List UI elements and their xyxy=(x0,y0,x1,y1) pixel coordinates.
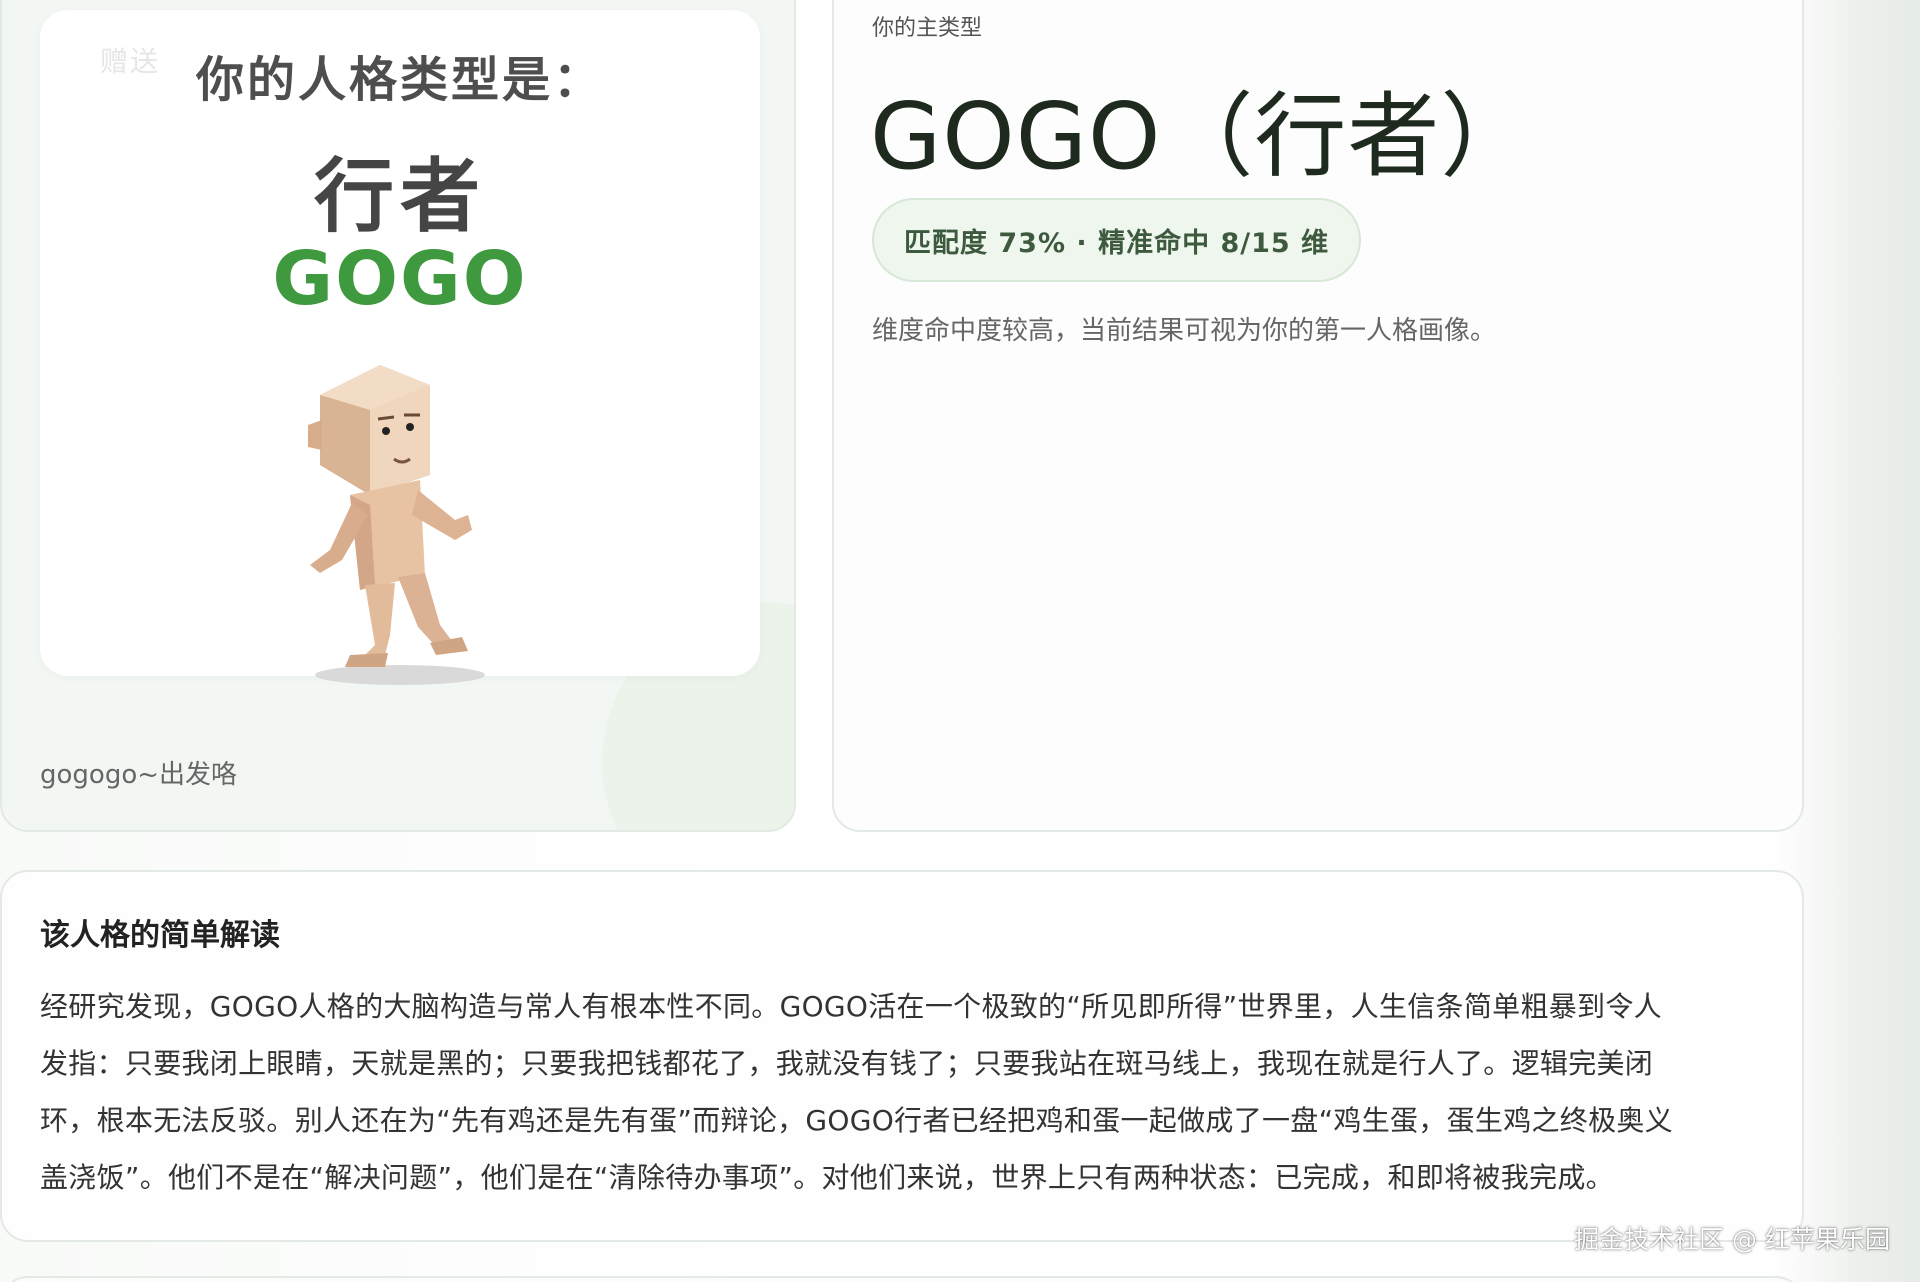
reading-line: 盖浇饭”。他们不是在“解决问题”，他们是在“清除待办事项”。对他们来说，世界上只… xyxy=(40,1161,1614,1194)
main-type-name: GOGO（行者） xyxy=(870,83,1534,190)
page: 赠送 你的人格类型是： 行者 GOGO gogogo~出发咯 你的主类型 GOG… xyxy=(0,0,1920,1282)
poster-caption: gogogo~出发咯 xyxy=(40,760,238,790)
reading-body: 经研究发现，GOGO人格的大脑构造与常人有根本性不同。GOGO活在一个极致的“所… xyxy=(40,978,1780,1206)
poster-type-name-cn: 行者 xyxy=(314,150,486,243)
reading-line: 发指：只要我闭上眼睛，天就是黑的；只要我把钱都花了，我就没有钱了；只要我站在斑马… xyxy=(40,1047,1654,1080)
poster-card: 赠送 你的人格类型是： 行者 GOGO gogogo~出发咯 xyxy=(0,0,796,832)
main-type-label: 你的主类型 xyxy=(872,16,983,41)
personality-reading-card: 该人格的简单解读 经研究发现，GOGO人格的大脑构造与常人有根本性不同。GOGO… xyxy=(0,870,1804,1242)
personality-poster-image: 赠送 你的人格类型是： 行者 GOGO xyxy=(40,10,760,685)
type-result-card: 你的主类型 GOGO（行者） 匹配度 73% · 精准命中 8/15 维 维度命… xyxy=(832,0,1804,832)
walking-figure-icon xyxy=(308,365,485,685)
reading-line: 经研究发现，GOGO人格的大脑构造与常人有根本性不同。GOGO活在一个极致的“所… xyxy=(40,990,1662,1023)
reading-line: 环，根本无法反驳。别人还在为“先有鸡还是先有蛋”而辩论，GOGO行者已经把鸡和蛋… xyxy=(40,1104,1673,1137)
next-card xyxy=(0,1276,1804,1282)
poster-type-name-en: GOGO xyxy=(272,236,528,322)
match-badge: 匹配度 73% · 精准命中 8/15 维 xyxy=(872,198,1362,282)
reading-title: 该人格的简单解读 xyxy=(40,918,280,953)
watermark: 掘金技术社区 @ 红苹果乐园 xyxy=(1574,1225,1890,1254)
scrollbar-track[interactable] xyxy=(1848,0,1920,1282)
match-description: 维度命中度较高，当前结果可视为你的第一人格画像。 xyxy=(872,316,1497,346)
poster-title: 你的人格类型是： xyxy=(195,52,604,108)
